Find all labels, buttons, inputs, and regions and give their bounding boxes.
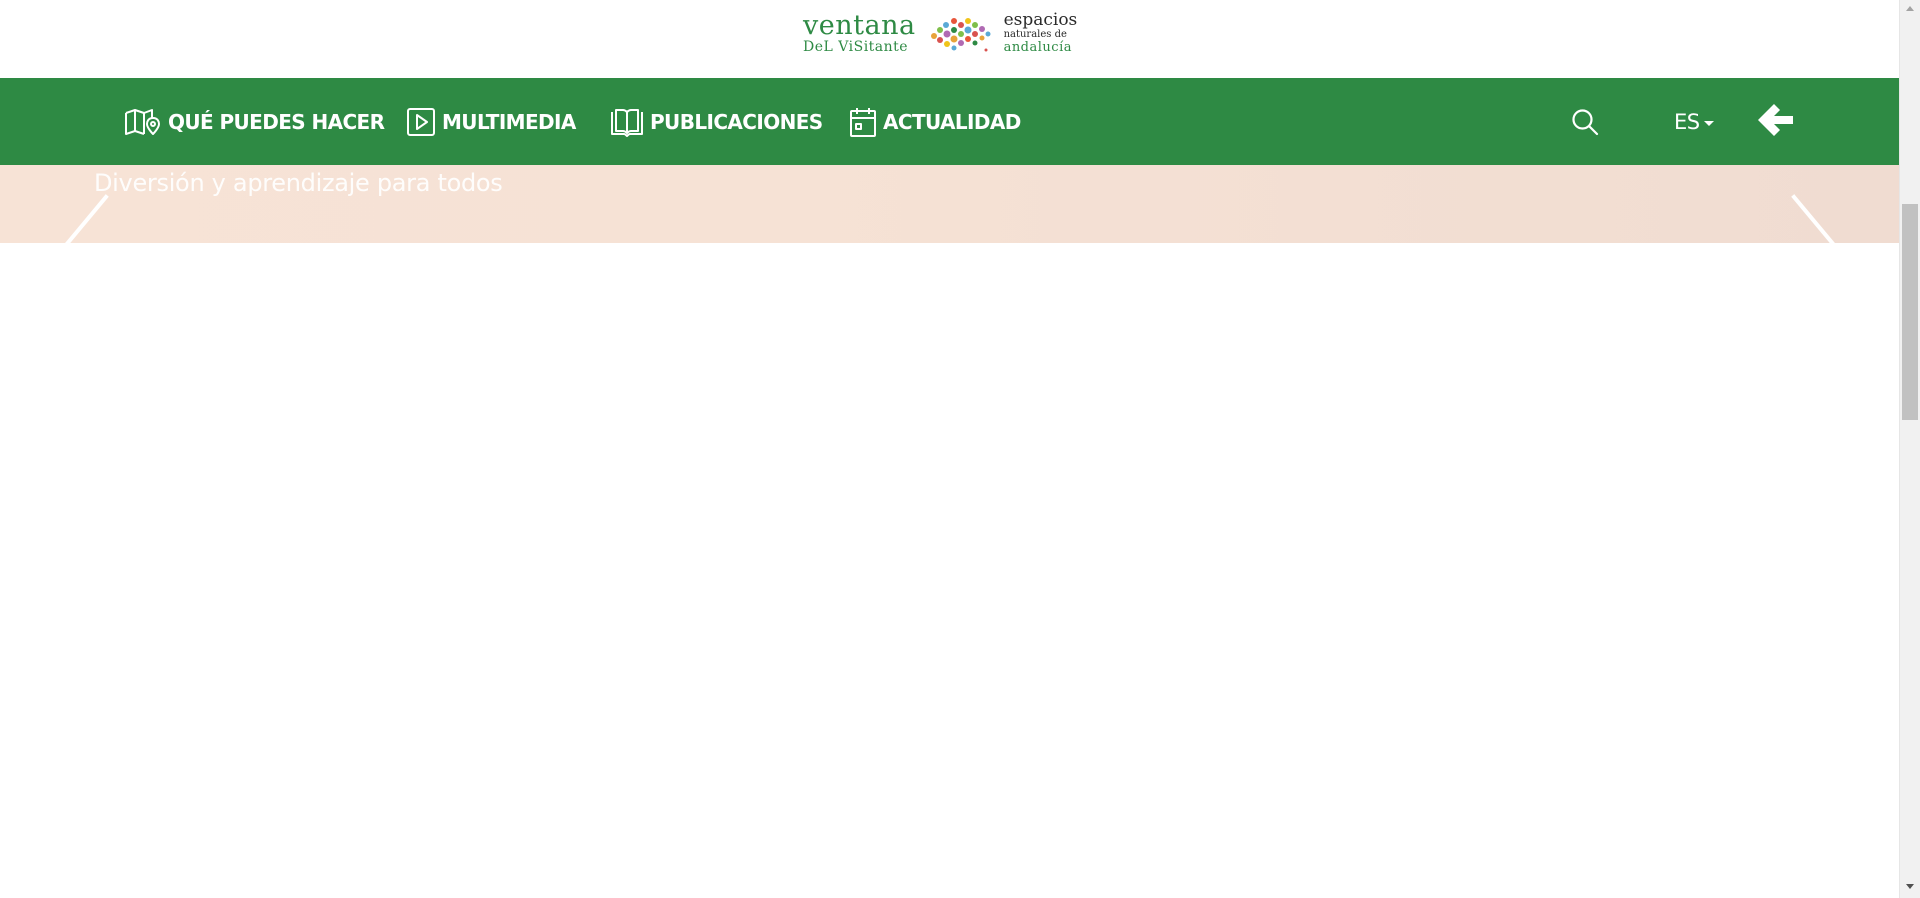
nav-item-multimedia[interactable]: MULTIMEDIA <box>406 78 576 165</box>
site-logo[interactable]: ventana DeL ViSitante espacios naturales… <box>803 10 1097 55</box>
page: ventana DeL ViSitante espacios naturales… <box>0 0 1920 898</box>
nav-item-que-puedes-hacer[interactable]: QUÉ PUEDES HACER <box>124 78 385 165</box>
logo-bar: ventana DeL ViSitante espacios naturales… <box>0 0 1899 78</box>
nav-item-label: ACTUALIDAD <box>883 109 1021 134</box>
main-nav: QUÉ PUEDES HACER MULTIMEDIA PUBLICACIONE… <box>0 78 1899 165</box>
scrollbar[interactable] <box>1899 0 1920 898</box>
logo-espacios-line3: andalucía <box>1003 40 1072 55</box>
search-icon <box>1572 109 1599 136</box>
back-button[interactable] <box>1756 100 1796 140</box>
nav-item-label: QUÉ PUEDES HACER <box>168 109 385 134</box>
calendar-icon <box>849 106 877 138</box>
book-icon <box>610 107 644 137</box>
nav-item-label: MULTIMEDIA <box>442 109 576 134</box>
nav-item-actualidad[interactable]: ACTUALIDAD <box>849 78 1021 165</box>
slider-next-button[interactable] <box>1790 193 1842 243</box>
chevron-right-icon <box>1791 194 1835 243</box>
scroll-down-arrow-icon[interactable] <box>1906 884 1914 889</box>
andalucia-map-logo-icon <box>930 18 991 52</box>
arrow-left-icon <box>1758 104 1793 136</box>
scroll-up-arrow-icon[interactable] <box>1906 6 1914 11</box>
play-icon <box>406 107 436 137</box>
chevron-left-icon <box>65 194 109 243</box>
slider-prev-button[interactable] <box>58 193 110 243</box>
logo-espacios-line1: espacios <box>1003 10 1078 30</box>
nav-item-label: PUBLICACIONES <box>650 109 823 134</box>
logo-espacios-line2: naturales de <box>1003 29 1067 40</box>
search-button[interactable] <box>1571 108 1599 136</box>
hero-caption: Diversión y aprendizaje para todos <box>94 169 503 197</box>
logo-title: ventana <box>803 10 916 41</box>
language-label: ES <box>1674 109 1700 134</box>
language-selector[interactable]: ES <box>1674 78 1714 165</box>
chevron-down-icon <box>1703 121 1714 126</box>
logo-subtitle: DeL ViSitante <box>803 39 909 55</box>
scrollbar-thumb[interactable] <box>1902 204 1918 420</box>
logo-espacios-text: espacios naturales de andalucía <box>1003 10 1078 55</box>
nav-item-publicaciones[interactable]: PUBLICACIONES <box>610 78 823 165</box>
logo-ventana-text: ventana DeL ViSitante <box>803 12 916 54</box>
map-pin-icon <box>124 107 162 137</box>
hero-slider: Diversión y aprendizaje para todos <box>0 165 1899 243</box>
